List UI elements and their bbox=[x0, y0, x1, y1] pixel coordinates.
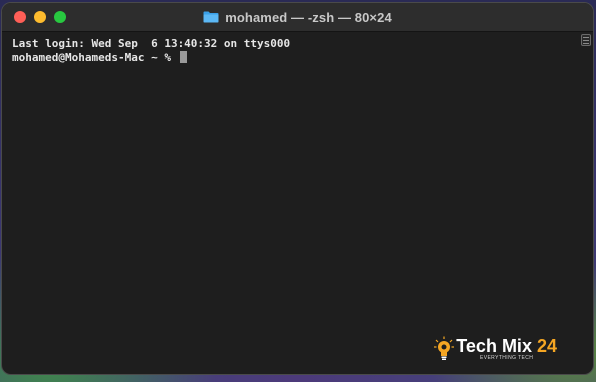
brand-number: 24 bbox=[536, 335, 557, 356]
brand-tagline: EVERYTHING TECH bbox=[479, 354, 534, 361]
window-title-group: mohamed — -zsh — 80×24 bbox=[2, 3, 593, 31]
brand-watermark: Tech Mix 24 EVERYTHING TECH bbox=[434, 336, 557, 362]
brand-name-text: Tech Mix bbox=[456, 335, 532, 356]
terminal-content[interactable]: Last login: Wed Sep 6 13:40:32 on ttys00… bbox=[2, 32, 577, 374]
title-bar[interactable]: mohamed — -zsh — 80×24 bbox=[2, 3, 593, 32]
scrollbar-indicator-icon[interactable] bbox=[581, 34, 591, 46]
terminal-line-prompt[interactable]: mohamed@Mohameds-Mac ~ % bbox=[12, 51, 567, 65]
shell-prompt: mohamed@Mohameds-Mac ~ % bbox=[12, 51, 178, 64]
terminal-line-login: Last login: Wed Sep 6 13:40:32 on ttys00… bbox=[12, 37, 291, 50]
lightbulb-logo-icon bbox=[434, 336, 455, 360]
window-title: mohamed — -zsh — 80×24 bbox=[225, 9, 392, 25]
terminal-window: mohamed — -zsh — 80×24 Last login: Wed S… bbox=[1, 2, 594, 375]
folder-icon bbox=[203, 11, 219, 23]
text-cursor bbox=[179, 51, 187, 63]
brand-name: Tech Mix 24 bbox=[456, 337, 557, 355]
